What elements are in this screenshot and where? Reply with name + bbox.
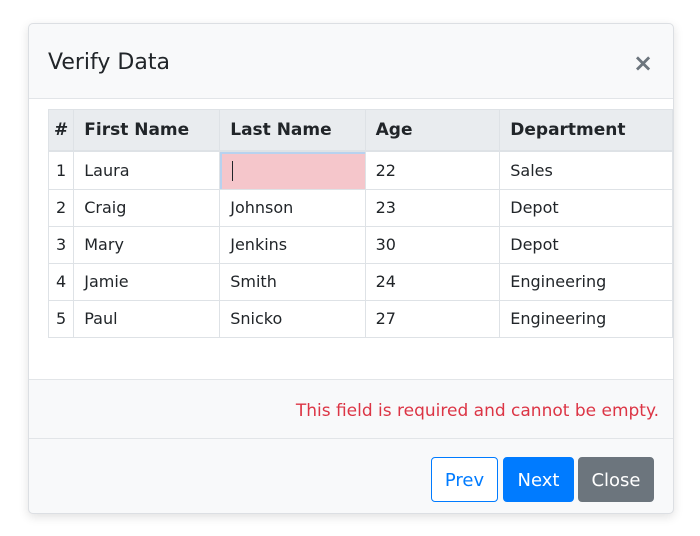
age-cell[interactable]: 27 (364, 299, 501, 338)
text-caret (232, 160, 234, 181)
validation-error-message: This field is required and cannot be emp… (295, 401, 659, 421)
department-cell[interactable]: Engineering (499, 299, 673, 338)
prev-button[interactable]: Prev (431, 457, 498, 502)
department-cell[interactable]: Depot (499, 188, 673, 227)
last-name-cell-invalid[interactable] (219, 150, 366, 190)
age-cell[interactable]: 23 (364, 188, 501, 227)
dialog-body: # First Name Last Name Age Department 1 … (29, 99, 673, 380)
table-row: 4 Jamie Smith 24 Engineering (47, 262, 673, 301)
column-header-first-name[interactable]: First Name (73, 109, 221, 152)
department-cell[interactable]: Sales (499, 150, 673, 190)
validation-area: This field is required and cannot be emp… (29, 380, 673, 439)
last-name-cell[interactable]: Johnson (219, 188, 366, 227)
close-button[interactable]: Close (578, 457, 654, 502)
department-cell[interactable]: Engineering (499, 262, 673, 301)
dialog-header: Verify Data × (29, 24, 673, 99)
column-header-department[interactable]: Department (499, 109, 673, 152)
row-index-cell: 5 (47, 299, 75, 338)
first-name-cell[interactable]: Jamie (73, 262, 221, 301)
first-name-cell[interactable]: Craig (73, 188, 221, 227)
table-row: 2 Craig Johnson 23 Depot (47, 188, 673, 227)
table-row: 1 Laura 22 Sales (47, 150, 673, 190)
column-header-last-name[interactable]: Last Name (219, 109, 366, 152)
table-row: 3 Mary Jenkins 30 Depot (47, 225, 673, 264)
first-name-cell[interactable]: Laura (73, 150, 221, 190)
next-button[interactable]: Next (503, 457, 574, 502)
age-cell[interactable]: 24 (364, 262, 501, 301)
first-name-cell[interactable]: Mary (73, 225, 221, 264)
age-cell[interactable]: 30 (364, 225, 501, 264)
row-index-cell: 3 (47, 225, 75, 264)
last-name-cell[interactable]: Snicko (219, 299, 366, 338)
table-row: 5 Paul Snicko 27 Engineering (47, 299, 673, 338)
row-index-cell: 4 (47, 262, 75, 301)
first-name-cell[interactable]: Paul (73, 299, 221, 338)
verify-data-dialog: Verify Data × # First Name Last Name Age… (28, 23, 674, 514)
column-header-age[interactable]: Age (364, 109, 501, 152)
data-table: # First Name Last Name Age Department 1 … (47, 109, 673, 338)
last-name-editor-input[interactable] (220, 151, 365, 189)
dialog-footer: Prev Next Close (29, 439, 673, 513)
department-cell[interactable]: Depot (499, 225, 673, 264)
dialog-title: Verify Data (48, 50, 170, 75)
last-name-cell[interactable]: Jenkins (219, 225, 366, 264)
age-cell[interactable]: 22 (364, 150, 501, 190)
last-name-cell[interactable]: Smith (219, 262, 366, 301)
row-index-cell: 2 (47, 188, 75, 227)
close-icon[interactable]: × (633, 51, 653, 75)
table-header-row: # First Name Last Name Age Department (47, 109, 673, 152)
row-index-cell: 1 (47, 150, 75, 190)
column-header-index[interactable]: # (47, 109, 75, 152)
